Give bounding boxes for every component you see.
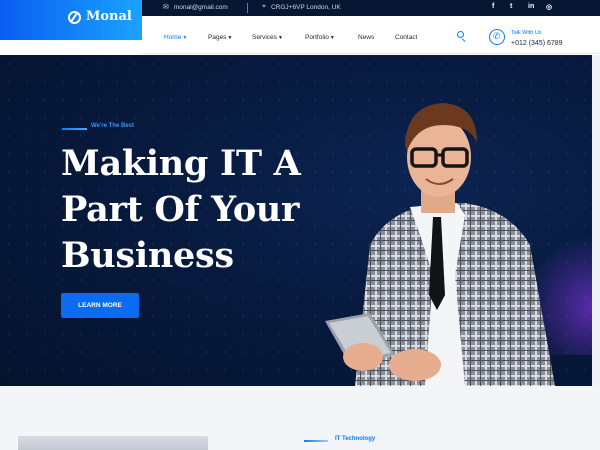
learn-more-button[interactable]: LEARN MORE [61, 293, 139, 318]
hero-section: We're The Best Making IT A Part Of Your … [0, 55, 592, 386]
address-text: CRGJ+6VP London, UK [270, 3, 341, 11]
section-label-line [304, 440, 328, 442]
talk-label: Talk With Us [511, 30, 542, 36]
logo[interactable]: Monal [0, 0, 142, 40]
topbar-divider [247, 3, 248, 13]
caret-down-icon: ▼ [277, 35, 283, 41]
nav-item-label: Home [164, 34, 182, 41]
page-edge [592, 55, 600, 386]
twitter-icon[interactable]: t [510, 3, 512, 10]
nav-item-label: Services [252, 34, 277, 41]
nav-item-label: Portfolio [305, 34, 329, 41]
page: ✉ monal@gmail.com ⌖ CRGJ+6VP London, UK … [0, 0, 600, 450]
location-pin-icon: ⌖ [262, 3, 266, 10]
address-info: ⌖ CRGJ+6VP London, UK [262, 3, 341, 11]
logo-mark-icon [68, 11, 81, 24]
eyebrow-line [62, 128, 87, 130]
main-nav: Home▼ Pages▼ Services▼ Portfolio▼ News C… [142, 16, 600, 54]
nav-item-contact[interactable]: Contact [395, 34, 417, 41]
caret-down-icon: ▼ [182, 35, 188, 41]
brand-name: Monal [86, 9, 132, 24]
about-image [18, 436, 208, 450]
hero-eyebrow: We're The Best [91, 123, 134, 129]
nav-item-news[interactable]: News [358, 34, 374, 41]
nav-item-portfolio[interactable]: Portfolio▼ [305, 34, 335, 41]
nav-item-label: Pages [208, 34, 227, 41]
facebook-icon[interactable]: f [492, 3, 494, 10]
section-label: IT Technology [335, 436, 376, 442]
caret-down-icon: ▼ [329, 35, 335, 41]
email-info[interactable]: ✉ monal@gmail.com [163, 3, 228, 12]
hero-headline: Making IT A Part Of Your Business [61, 143, 301, 276]
email-text: monal@gmail.com [173, 3, 228, 11]
phone-number[interactable]: +012 (345) 6789 [511, 40, 563, 47]
nav-item-services[interactable]: Services▼ [252, 34, 283, 41]
whatsapp-phone-icon [489, 29, 505, 45]
businessman-image [325, 103, 555, 386]
envelope-icon: ✉ [163, 4, 169, 11]
nav-item-pages[interactable]: Pages▼ [208, 34, 232, 41]
nav-item-home[interactable]: Home▼ [164, 34, 187, 41]
search-icon[interactable] [457, 31, 464, 38]
instagram-icon[interactable]: ◎ [546, 3, 552, 11]
caret-down-icon: ▼ [227, 35, 233, 41]
linkedin-icon[interactable]: in [528, 3, 534, 10]
